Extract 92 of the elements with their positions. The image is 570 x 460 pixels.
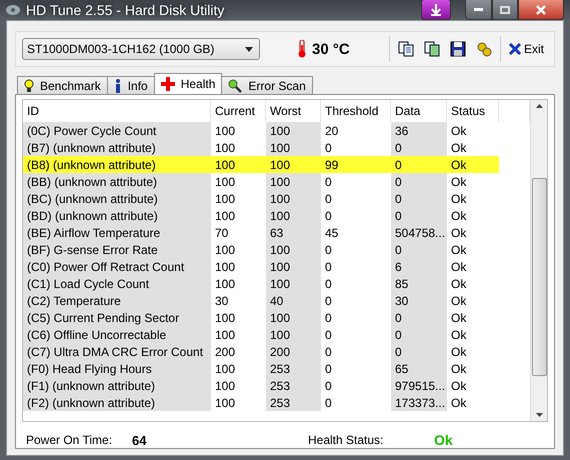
table-cell: 40 [266, 292, 321, 309]
power-on-value: 64 [132, 432, 148, 448]
table-cell: 6 [391, 258, 447, 275]
arrow-down-icon [430, 4, 442, 16]
table-cell: 0 [391, 326, 447, 343]
table-cell: 0 [391, 241, 447, 258]
lightbulb-icon [24, 78, 34, 92]
table-cell: (B8) (unknown attribute) [23, 156, 211, 173]
table-cell: 0 [391, 343, 447, 360]
table-cell: (BC) (unknown attribute) [23, 190, 211, 207]
minimize-icon [474, 8, 483, 12]
table-cell: 173373... [391, 394, 447, 411]
table-cell: 0 [391, 173, 447, 190]
table-cell: 100 [266, 156, 321, 173]
table-cell: 504758... [391, 224, 447, 241]
table-cell: 100 [266, 326, 321, 343]
table-cell: 63 [266, 224, 321, 241]
table-cell: 200 [266, 343, 321, 360]
table-cell: 100 [266, 207, 321, 224]
close-icon [508, 43, 521, 55]
table-cell: 100 [266, 190, 321, 207]
caret-icon [245, 46, 253, 52]
table-cell: 36 [391, 122, 447, 139]
close-icon [536, 4, 546, 14]
temperature-reading: 30 °C [312, 40, 350, 58]
table-cell: 0 [391, 190, 447, 207]
table-cell: (BB) (unknown attribute) [23, 173, 211, 190]
table-cell: 100 [266, 258, 321, 275]
tab[interactable]: Health [154, 73, 222, 94]
table-cell: 253 [266, 377, 321, 394]
tab[interactable]: Benchmark [17, 76, 108, 94]
table-cell: Ok [447, 156, 499, 173]
exit-button[interactable]: Exit [506, 40, 546, 58]
table-cell: 0 [391, 309, 447, 326]
gears-icon [476, 41, 492, 57]
table-cell: 100 [266, 309, 321, 326]
table-cell: (C1) Load Cycle Count [23, 275, 211, 292]
health-status-label: Health Status: [308, 433, 384, 447]
thermometer-icon [298, 40, 306, 58]
table-cell: 0 [391, 139, 447, 156]
table-cell: 30 [391, 292, 447, 309]
download-button[interactable] [421, 0, 451, 20]
table-cell: 253 [266, 360, 321, 377]
disk-icon [6, 3, 20, 17]
table-cell: (C2) Temperature [23, 292, 211, 309]
maximize-button[interactable] [492, 0, 518, 20]
health-status-value: Ok [434, 432, 454, 448]
copy-icon [398, 41, 414, 57]
table-cell: 0 [391, 207, 447, 224]
table-cell: (BF) G-sense Error Rate [23, 241, 211, 258]
table-cell: (C5) Current Pending Sector [23, 309, 211, 326]
table-cell: (0C) Power Cycle Count [23, 122, 211, 139]
scrollbar[interactable] [530, 100, 547, 421]
table-cell: (F1) (unknown attribute) [23, 377, 211, 394]
scroll-thumb[interactable] [532, 178, 546, 376]
table-cell: 100 [266, 241, 321, 258]
table-cell: (F0) Head Flying Hours [23, 360, 211, 377]
copy-icon [424, 41, 440, 57]
table-cell: 253 [266, 394, 321, 411]
tab[interactable]: Error Scan [221, 76, 313, 94]
arrow-down-icon [536, 413, 542, 417]
info-icon [114, 78, 122, 92]
table-cell: (C6) Offline Uncorrectable [23, 326, 211, 343]
cross-icon [160, 77, 175, 91]
table-cell: 0 [391, 156, 447, 173]
table-cell: (C7) Ultra DMA CRC Error Count [23, 343, 211, 360]
arrow-up-icon [536, 104, 542, 108]
tab[interactable]: Info [106, 76, 155, 94]
table-cell: (BD) (unknown attribute) [23, 207, 211, 224]
copy-button[interactable] [396, 39, 416, 59]
table-cell: (F2) (unknown attribute) [23, 394, 211, 411]
table-cell: (C0) Power Off Retract Count [23, 258, 211, 275]
table-cell: 100 [266, 139, 321, 156]
minimize-button[interactable] [465, 0, 492, 20]
table-cell: 99 [321, 156, 391, 173]
table-cell: 100 [266, 173, 321, 190]
table-cell: 100 [211, 156, 266, 173]
table-cell: (B7) (unknown attribute) [23, 139, 211, 156]
table-cell: 979515... [391, 377, 447, 394]
drive-dropdown[interactable]: ST1000DM003-1CH162 (1000 GB) [22, 38, 260, 60]
power-on-label: Power On Time: [26, 433, 114, 447]
table-cell: 100 [266, 122, 321, 139]
window-title: HD Tune 2.55 - Hard Disk Utility [26, 2, 226, 18]
table-cell: 100 [266, 275, 321, 292]
save-button[interactable] [448, 39, 468, 59]
table-cell: 65 [391, 360, 447, 377]
close-button[interactable] [518, 0, 564, 20]
table-cell: (BE) Airflow Temperature [23, 224, 211, 241]
copy-screenshot-button[interactable] [422, 39, 442, 59]
maximize-icon [500, 6, 510, 14]
table-cell: 85 [391, 275, 447, 292]
magnifier-icon [228, 78, 242, 92]
